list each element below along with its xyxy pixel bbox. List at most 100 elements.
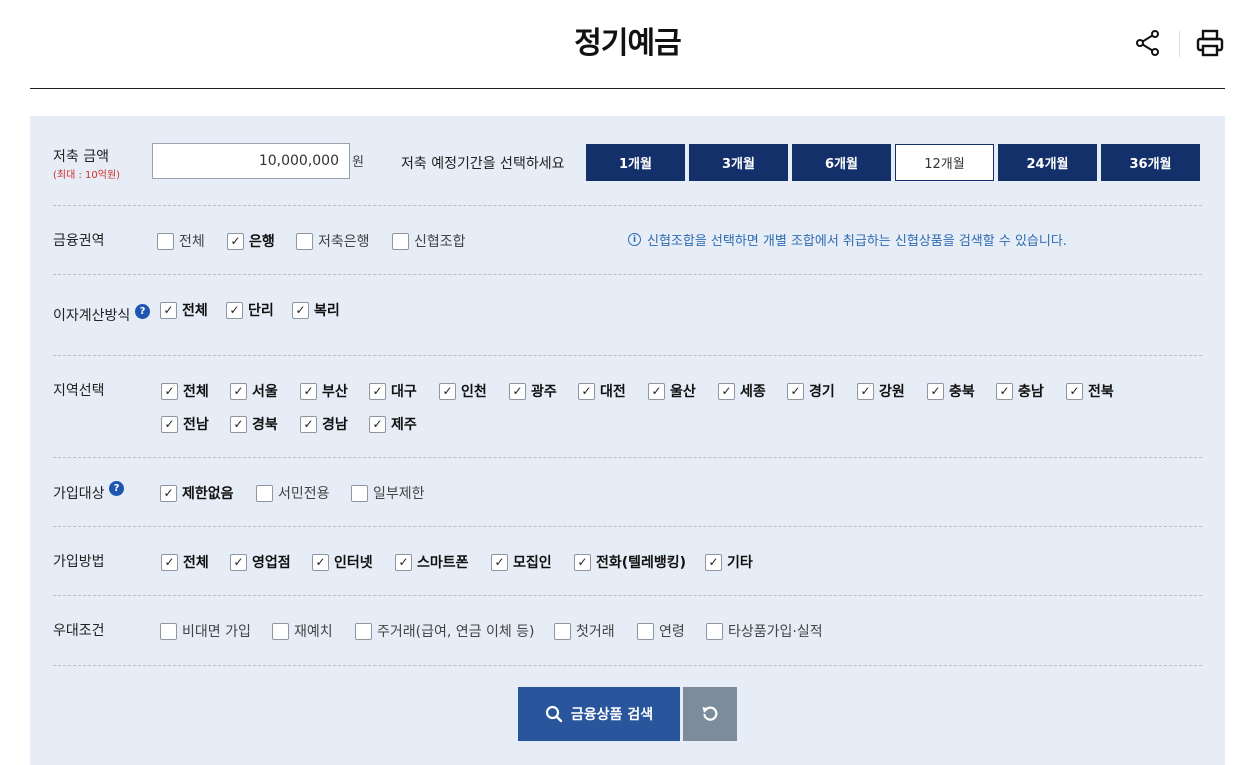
check-icon: ✓ [160, 484, 177, 502]
checkbox-box [296, 232, 313, 250]
region-checkbox[interactable]: ✓ 전남 [161, 414, 209, 434]
checkbox-box [351, 484, 368, 502]
check-icon: ✓ [787, 382, 804, 400]
check-icon: ✓ [705, 553, 722, 571]
check-icon: ✓ [857, 382, 874, 400]
checkbox-box [392, 232, 409, 250]
benefit-option-label: 타상품가입·실적 [728, 624, 823, 640]
check-icon: ✓ [648, 382, 665, 400]
region-checkbox[interactable]: ✓ 충북 [927, 381, 975, 401]
eligibility-option-label: 제한없음 [182, 486, 234, 502]
check-icon: ✓ [227, 232, 244, 250]
method-checkbox[interactable]: ✓ 전체 [161, 552, 209, 572]
eligibility-help-icon[interactable]: ? [109, 481, 124, 496]
period-button[interactable]: 12개월 [895, 144, 994, 181]
region-checkbox[interactable]: ✓ 대구 [369, 381, 417, 401]
method-option-label: 전체 [183, 555, 209, 571]
region-checkbox[interactable]: ✓ 제주 [369, 414, 417, 434]
interest-checkbox[interactable]: ✓ 전체 [160, 300, 208, 320]
region-checkbox[interactable]: ✓ 서울 [230, 381, 278, 401]
region-option-label: 서울 [252, 384, 278, 400]
check-icon: ✓ [292, 301, 309, 319]
reset-button[interactable] [683, 687, 737, 741]
checkbox-box [355, 622, 372, 640]
row-divider [53, 274, 1202, 275]
benefit-checkbox[interactable]: 재예치 [272, 621, 333, 641]
benefit-checkbox[interactable]: 타상품가입·실적 [706, 621, 823, 641]
check-icon: ✓ [578, 382, 595, 400]
search-icon [545, 705, 563, 723]
benefit-checkbox[interactable]: 주거래(급여, 연금 이체 등) [355, 621, 535, 641]
benefit-checkbox[interactable]: 첫거래 [554, 621, 615, 641]
search-button[interactable]: 금융상품 검색 [518, 687, 680, 741]
row-divider [53, 205, 1202, 206]
method-checkbox[interactable]: ✓ 기타 [705, 552, 753, 572]
method-checkbox[interactable]: ✓ 영업점 [230, 552, 291, 572]
eligibility-checkbox[interactable]: 서민전용 [256, 483, 330, 503]
interest-help-icon[interactable]: ? [135, 304, 150, 319]
region-option-label: 인천 [461, 384, 487, 400]
region-option-label: 전체 [183, 384, 209, 400]
share-button[interactable] [1134, 29, 1162, 57]
benefit-checkbox[interactable]: 연령 [637, 621, 685, 641]
header-divider [1179, 31, 1180, 57]
checkbox-box [157, 232, 174, 250]
check-icon: ✓ [230, 382, 247, 400]
eligibility-option-label: 일부제한 [373, 486, 425, 502]
region-checkbox[interactable]: ✓ 강원 [857, 381, 905, 401]
method-checkbox[interactable]: ✓ 모집인 [491, 552, 552, 572]
region-option-label: 울산 [670, 384, 696, 400]
benefit-option-label: 비대면 가입 [182, 624, 251, 640]
eligibility-checkbox[interactable]: 일부제한 [351, 483, 425, 503]
sector-checkbox[interactable]: 신협조합 [392, 231, 466, 251]
check-icon: ✓ [927, 382, 944, 400]
check-icon: ✓ [160, 301, 177, 319]
region-option-label: 경남 [322, 417, 348, 433]
region-checkbox[interactable]: ✓ 충남 [996, 381, 1044, 401]
period-button[interactable]: 6개월 [792, 144, 891, 181]
checkbox-box [272, 622, 289, 640]
period-button[interactable]: 3개월 [689, 144, 788, 181]
print-button[interactable] [1195, 28, 1225, 58]
region-checkbox[interactable]: ✓ 경북 [230, 414, 278, 434]
sector-checkbox[interactable]: ✓ 은행 [227, 231, 275, 251]
region-option-label: 광주 [531, 384, 557, 400]
region-checkbox[interactable]: ✓ 경남 [300, 414, 348, 434]
region-checkbox[interactable]: ✓ 전체 [161, 381, 209, 401]
check-icon: ✓ [369, 382, 386, 400]
method-checkbox[interactable]: ✓ 스마트폰 [395, 552, 469, 572]
check-icon: ✓ [161, 415, 178, 433]
benefit-checkbox[interactable]: 비대면 가입 [160, 621, 251, 641]
sector-checkbox[interactable]: 저축은행 [296, 231, 370, 251]
check-icon: ✓ [230, 553, 247, 571]
method-checkbox[interactable]: ✓ 인터넷 [312, 552, 373, 572]
region-checkbox[interactable]: ✓ 인천 [439, 381, 487, 401]
page-title: 정기예금 [574, 26, 681, 61]
region-option-label: 경기 [809, 384, 835, 400]
region-checkbox[interactable]: ✓ 대전 [578, 381, 626, 401]
region-option-label: 제주 [391, 417, 417, 433]
interest-checkbox[interactable]: ✓ 단리 [226, 300, 274, 320]
region-checkbox[interactable]: ✓ 부산 [300, 381, 348, 401]
region-checkbox[interactable]: ✓ 세종 [718, 381, 766, 401]
row-divider [53, 355, 1202, 356]
checkbox-box [256, 484, 273, 502]
region-checkbox[interactable]: ✓ 전북 [1066, 381, 1114, 401]
eligibility-checkbox[interactable]: ✓ 제한없음 [160, 483, 234, 503]
region-checkbox[interactable]: ✓ 광주 [509, 381, 557, 401]
amount-label: 저축 금액 [53, 149, 109, 165]
period-button[interactable]: 1개월 [586, 144, 685, 181]
interest-checkbox[interactable]: ✓ 복리 [292, 300, 340, 320]
check-icon: ✓ [996, 382, 1013, 400]
amount-input[interactable] [152, 143, 350, 179]
method-option-label: 기타 [727, 555, 753, 571]
period-button[interactable]: 24개월 [998, 144, 1097, 181]
region-checkbox[interactable]: ✓ 울산 [648, 381, 696, 401]
check-icon: ✓ [300, 382, 317, 400]
period-button[interactable]: 36개월 [1101, 144, 1200, 181]
region-option-label: 충북 [949, 384, 975, 400]
region-checkbox[interactable]: ✓ 경기 [787, 381, 835, 401]
sector-checkbox[interactable]: 전체 [157, 231, 205, 251]
benefit-label: 우대조건 [53, 623, 105, 639]
method-checkbox[interactable]: ✓ 전화(텔레뱅킹) [574, 552, 686, 572]
